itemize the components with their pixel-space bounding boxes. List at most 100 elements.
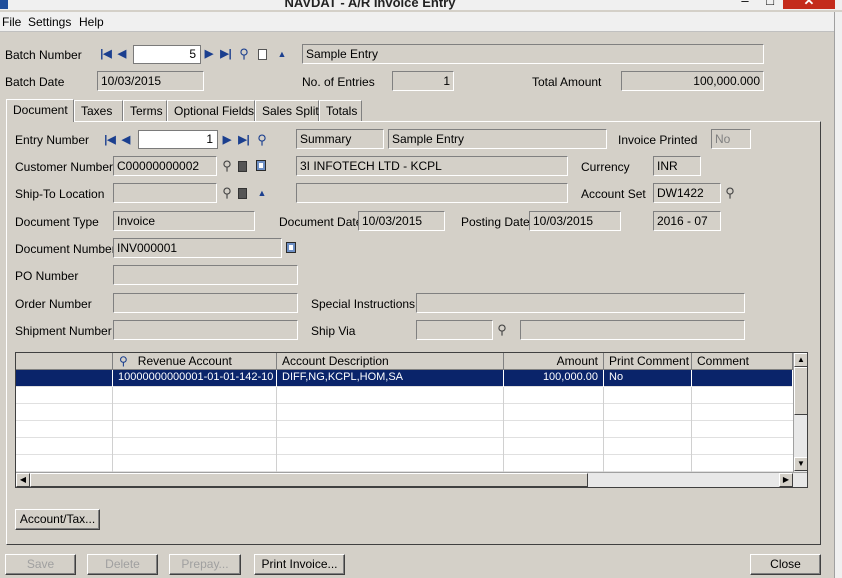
special-instructions-field[interactable] bbox=[416, 293, 745, 313]
entry-description-field[interactable]: Sample Entry bbox=[388, 129, 607, 149]
customer-new-icon[interactable] bbox=[238, 161, 247, 172]
new-document-icon[interactable] bbox=[258, 49, 267, 60]
customer-zoom-icon[interactable] bbox=[256, 160, 266, 171]
tab-terms[interactable]: Terms bbox=[123, 100, 167, 121]
tab-optional-fields[interactable]: Optional Fields bbox=[167, 100, 255, 121]
print-comment-cell[interactable]: No bbox=[604, 370, 692, 387]
customer-number-field[interactable]: C00000000002 bbox=[113, 156, 217, 176]
grid-header-comment[interactable]: Comment bbox=[692, 353, 793, 370]
next-record-icon[interactable]: ▶ bbox=[204, 47, 214, 61]
shipment-number-label: Shipment Number bbox=[15, 324, 112, 338]
shipment-number-field[interactable] bbox=[113, 320, 298, 340]
grid-header-revenue-account[interactable]: ⚲ Revenue Account bbox=[113, 353, 277, 370]
batch-number-input[interactable]: 5 bbox=[133, 45, 201, 64]
empty-cell bbox=[277, 404, 504, 421]
row-selector-cell[interactable] bbox=[16, 370, 113, 387]
up-arrow-icon[interactable]: ▲ bbox=[276, 47, 288, 61]
tab-sales-split[interactable]: Sales Split bbox=[255, 100, 319, 121]
order-number-field[interactable] bbox=[113, 293, 298, 313]
menu-help[interactable]: Help bbox=[79, 15, 104, 29]
delete-button[interactable]: Delete bbox=[87, 554, 158, 575]
last-record-icon[interactable]: ▶| bbox=[219, 47, 233, 61]
grid-vertical-scrollbar[interactable]: ▲ ▼ bbox=[793, 353, 807, 472]
posting-date-field[interactable]: 10/03/2015 bbox=[529, 211, 621, 231]
save-button[interactable]: Save bbox=[5, 554, 76, 575]
tab-document[interactable]: Document bbox=[6, 99, 74, 122]
entry-finder-icon[interactable]: ⚲ bbox=[256, 133, 268, 147]
account-set-finder-icon[interactable]: ⚲ bbox=[724, 186, 736, 200]
empty-row[interactable] bbox=[16, 421, 793, 438]
ship-via-field[interactable] bbox=[416, 320, 493, 340]
account-set-field[interactable]: DW1422 bbox=[653, 183, 721, 203]
menu-file[interactable]: File bbox=[2, 15, 21, 29]
empty-row[interactable] bbox=[16, 455, 793, 472]
minimize-button[interactable]: – bbox=[735, 0, 755, 9]
last-entry-icon[interactable]: ▶| bbox=[237, 133, 251, 147]
revenue-account-cell[interactable]: 10000000000001-01-01-142-10 bbox=[113, 370, 277, 387]
next-entry-icon[interactable]: ▶ bbox=[222, 133, 232, 147]
empty-row[interactable] bbox=[16, 404, 793, 421]
horizontal-scroll-thumb[interactable] bbox=[30, 473, 588, 487]
posting-date-label: Posting Date bbox=[461, 215, 530, 229]
customer-finder-icon[interactable]: ⚲ bbox=[221, 159, 233, 173]
empty-cell bbox=[16, 404, 113, 421]
empty-row[interactable] bbox=[16, 438, 793, 455]
previous-record-icon[interactable]: ◀ bbox=[117, 47, 127, 61]
amount-cell[interactable]: 100,000.00 bbox=[504, 370, 604, 387]
title-bar: NAVDAT - A/R Invoice Entry – □ ✕ bbox=[0, 0, 842, 10]
scroll-up-icon[interactable]: ▲ bbox=[794, 353, 807, 367]
empty-cell bbox=[277, 455, 504, 472]
grid-horizontal-scrollbar[interactable]: ◀ ▶ bbox=[16, 472, 807, 487]
revenue-account-finder-icon[interactable]: ⚲ bbox=[119, 354, 128, 368]
close-button[interactable]: Close bbox=[750, 554, 821, 575]
finder-icon[interactable]: ⚲ bbox=[238, 47, 250, 61]
ship-to-new-icon[interactable] bbox=[238, 188, 247, 199]
prepay-button[interactable]: Prepay... bbox=[169, 554, 241, 575]
empty-cell bbox=[113, 455, 277, 472]
table-row[interactable]: 10000000000001-01-01-142-10 DIFF,NG,KCPL… bbox=[16, 370, 793, 387]
ship-to-field[interactable] bbox=[113, 183, 217, 203]
entries-field: 1 bbox=[392, 71, 454, 91]
revenue-account-header-label: Revenue Account bbox=[137, 354, 232, 368]
empty-cell bbox=[16, 421, 113, 438]
document-number-zoom-icon[interactable] bbox=[286, 242, 296, 253]
document-date-field[interactable]: 10/03/2015 bbox=[358, 211, 445, 231]
empty-cell bbox=[504, 404, 604, 421]
tab-totals[interactable]: Totals bbox=[319, 100, 362, 121]
tab-taxes[interactable]: Taxes bbox=[74, 100, 123, 121]
batch-description-field[interactable]: Sample Entry bbox=[302, 44, 764, 64]
grid-header-amount[interactable]: Amount bbox=[504, 353, 604, 370]
fiscal-period-field: 2016 - 07 bbox=[653, 211, 721, 231]
account-set-label: Account Set bbox=[581, 187, 646, 201]
window-close-button[interactable]: ✕ bbox=[783, 0, 835, 9]
grid-header-print-comment[interactable]: Print Comment bbox=[604, 353, 692, 370]
comment-cell[interactable] bbox=[692, 370, 793, 387]
scroll-left-icon[interactable]: ◀ bbox=[16, 473, 30, 487]
account-tax-button[interactable]: Account/Tax... bbox=[15, 509, 100, 530]
grid-header-account-description[interactable]: Account Description bbox=[277, 353, 504, 370]
menu-settings[interactable]: Settings bbox=[28, 15, 71, 29]
ship-via-finder-icon[interactable]: ⚲ bbox=[496, 323, 508, 337]
scroll-down-icon[interactable]: ▼ bbox=[794, 457, 807, 471]
ship-to-finder-icon[interactable]: ⚲ bbox=[221, 186, 233, 200]
first-entry-icon[interactable]: |◀ bbox=[104, 133, 116, 147]
maximize-button[interactable]: □ bbox=[760, 0, 780, 9]
batch-date-label: Batch Date bbox=[5, 75, 65, 89]
po-number-field[interactable] bbox=[113, 265, 298, 285]
document-type-field[interactable]: Invoice bbox=[113, 211, 255, 231]
entry-type-field[interactable]: Summary bbox=[296, 129, 384, 149]
vertical-scroll-thumb[interactable] bbox=[794, 367, 807, 415]
ship-to-up-icon[interactable]: ▲ bbox=[256, 186, 268, 200]
account-description-cell[interactable]: DIFF,NG,KCPL,HOM,SA bbox=[277, 370, 504, 387]
first-record-icon[interactable]: |◀ bbox=[100, 47, 112, 61]
previous-entry-icon[interactable]: ◀ bbox=[121, 133, 131, 147]
empty-row[interactable] bbox=[16, 387, 793, 404]
entry-number-input[interactable]: 1 bbox=[138, 130, 218, 149]
document-number-label: Document Number bbox=[15, 242, 116, 256]
ship-to-description-field bbox=[296, 183, 568, 203]
empty-cell bbox=[113, 421, 277, 438]
empty-cell bbox=[113, 387, 277, 404]
document-number-field[interactable]: INV000001 bbox=[113, 238, 282, 258]
print-invoice-button[interactable]: Print Invoice... bbox=[254, 554, 345, 575]
scroll-right-icon[interactable]: ▶ bbox=[779, 473, 793, 487]
